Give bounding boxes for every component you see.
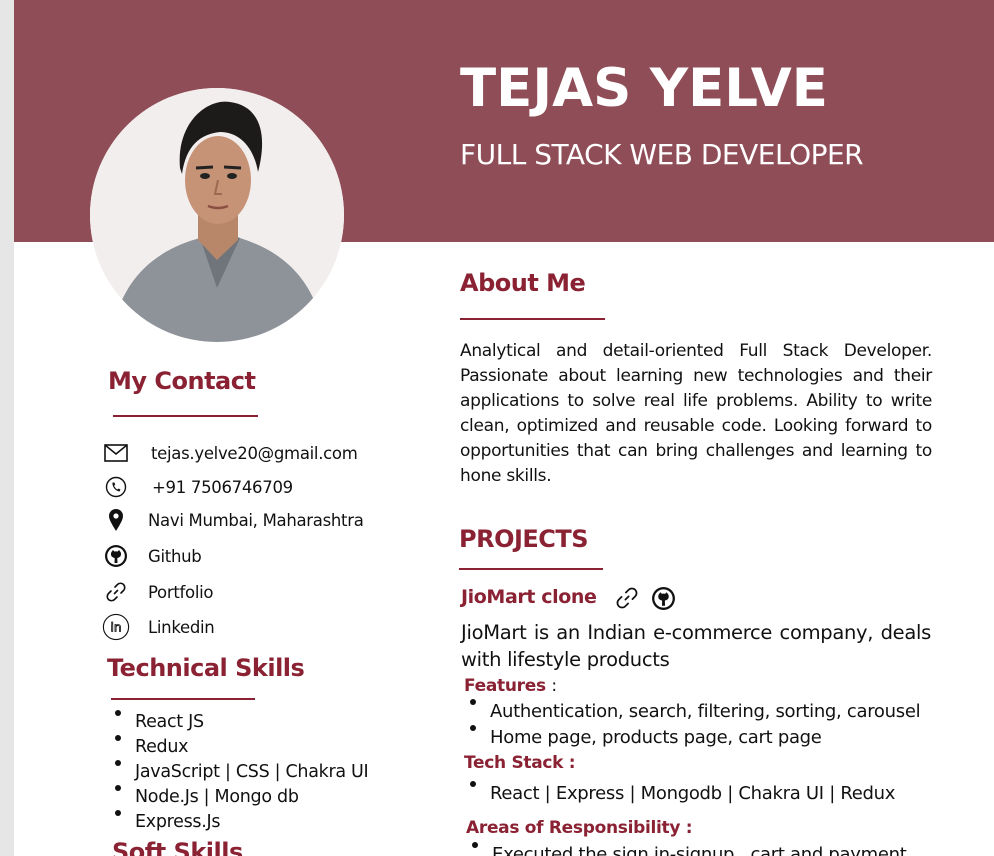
contact-location: Navi Mumbai, Maharashtra [102, 506, 364, 534]
contact-portfolio-text: Portfolio [148, 582, 214, 602]
tech-stack-item: React | Express | Mongodb | Chakra UI | … [464, 781, 895, 807]
contact-heading-rule [113, 415, 258, 417]
skill-item: React JS [109, 710, 368, 735]
responsibility-item: Executed the sign in-signup , cart and p… [466, 842, 907, 856]
contact-linkedin-text: Linkedin [148, 617, 215, 637]
contact-github-text: Github [148, 546, 202, 566]
contact-location-text: Navi Mumbai, Maharashtra [148, 510, 364, 530]
mail-icon [102, 439, 130, 467]
skill-item: Express.Js [109, 810, 368, 835]
tech-stack-label: Tech Stack : [464, 753, 576, 773]
contact-email-text: tejas.yelve20@gmail.com [151, 443, 358, 463]
about-text: Analytical and detail-oriented Full Stac… [460, 341, 932, 486]
phone-icon [102, 473, 130, 501]
linkedin-icon: in [102, 613, 130, 641]
skill-item: JavaScript | CSS | Chakra UI [109, 760, 369, 785]
contact-github[interactable]: Github [102, 542, 202, 570]
link-icon[interactable] [615, 586, 639, 615]
contact-heading: My Contact [108, 367, 256, 395]
soft-skills-heading: Soft Skills [112, 838, 243, 856]
features-list: Authentication, search, filtering, sorti… [464, 699, 921, 751]
project-title: JioMart clone [461, 586, 597, 608]
profile-photo [90, 88, 344, 342]
contact-email[interactable]: tejas.yelve20@gmail.com [102, 439, 358, 467]
contact-linkedin[interactable]: in Linkedin [102, 613, 215, 641]
projects-heading-rule [459, 568, 603, 570]
about-heading-rule [460, 318, 605, 320]
candidate-role: FULL STACK WEB DEVELOPER [460, 138, 864, 171]
svg-text:in: in [110, 621, 121, 635]
technical-skills-list: React JS Redux JavaScript | CSS | Chakra… [109, 710, 369, 835]
resume-page: TEJAS YELVE FULL STACK WEB DEVELOPER My … [14, 0, 994, 856]
candidate-name: TEJAS YELVE [460, 58, 828, 119]
project-description: JioMart is an Indian e-commerce company,… [461, 621, 931, 671]
features-label: Features [464, 676, 546, 696]
project-links [615, 586, 676, 615]
contact-phone-text: +91 7506746709 [152, 477, 293, 497]
location-pin-icon [102, 506, 130, 534]
tech-stack-list: React | Express | Mongodb | Chakra UI | … [464, 781, 895, 807]
projects-heading: PROJECTS [459, 525, 589, 553]
link-icon [102, 578, 130, 606]
github-icon[interactable] [651, 586, 676, 615]
contact-portfolio[interactable]: Portfolio [102, 578, 213, 606]
feature-item: Authentication, search, filtering, sorti… [464, 699, 921, 725]
responsibility-label: Areas of Responsibility : [466, 818, 693, 838]
about-heading: About Me [460, 269, 586, 297]
skill-item: Node.Js | Mongo db [109, 785, 368, 810]
github-icon [102, 542, 130, 570]
feature-item: Home page, products page, cart page [464, 725, 920, 751]
skill-item: Redux [109, 735, 368, 760]
responsibility-list: Executed the sign in-signup , cart and p… [466, 842, 907, 856]
technical-skills-heading: Technical Skills [107, 654, 305, 682]
contact-phone[interactable]: +91 7506746709 [102, 473, 293, 501]
features-label-row: Features : [464, 676, 557, 696]
technical-skills-rule [111, 698, 255, 700]
